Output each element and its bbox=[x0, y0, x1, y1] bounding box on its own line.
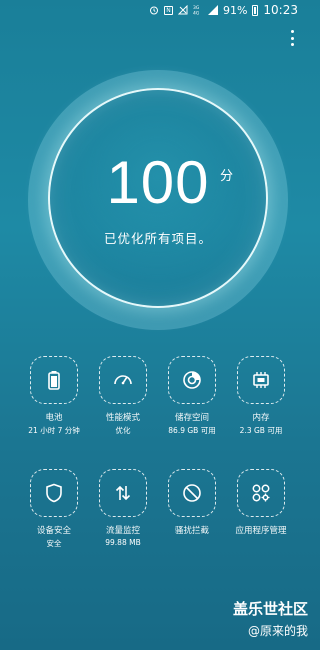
tile-label-app-manager: 应用程序管理 bbox=[235, 526, 287, 536]
watermark-site: 盖乐世社区 bbox=[232, 600, 308, 618]
n-icon: N bbox=[163, 5, 173, 15]
more-options-icon[interactable] bbox=[288, 30, 296, 46]
battery-icon bbox=[48, 371, 60, 390]
storage-icon bbox=[183, 371, 201, 389]
app-manager-button[interactable] bbox=[237, 469, 285, 517]
storage-button[interactable] bbox=[168, 356, 216, 404]
apps-icon bbox=[252, 484, 270, 502]
memory-chip-icon bbox=[253, 372, 269, 388]
speedometer-icon bbox=[114, 375, 132, 385]
tile-data-monitor[interactable]: 流量监控 99.88 MB bbox=[89, 469, 157, 547]
tile-sub-data-monitor: 99.88 MB bbox=[105, 538, 141, 547]
tile-sub-memory: 2.3 GB 可用 bbox=[239, 426, 283, 435]
block-icon bbox=[183, 484, 201, 502]
memory-button[interactable] bbox=[237, 356, 285, 404]
data-arrows-icon bbox=[115, 485, 131, 501]
tile-app-manager[interactable]: 应用程序管理 bbox=[227, 469, 295, 538]
score-description: 已优化所有项目。 bbox=[103, 231, 212, 246]
tile-label-data-monitor: 流量监控 bbox=[105, 526, 140, 536]
tile-battery[interactable]: 电池 21 小时 7 分钟 bbox=[20, 356, 88, 436]
tile-label-call-block: 骚扰拦截 bbox=[174, 526, 209, 536]
battery-icon bbox=[252, 4, 259, 16]
alarm-icon bbox=[149, 5, 159, 15]
signal-icon bbox=[207, 5, 218, 15]
svg-text:3G: 3G bbox=[193, 5, 200, 11]
tile-memory[interactable]: 内存 2.3 GB 可用 bbox=[227, 356, 295, 436]
tile-label-performance: 性能模式 bbox=[105, 413, 140, 423]
battery-button[interactable] bbox=[30, 356, 78, 404]
tile-label-device-security: 设备安全 bbox=[36, 526, 71, 536]
status-bar: N 3G 4G 91% 10:23 bbox=[0, 0, 316, 20]
tile-device-security[interactable]: 设备安全 安全 bbox=[20, 469, 88, 549]
tile-label-memory: 内存 bbox=[252, 413, 270, 423]
watermark-user: @原来的我 bbox=[247, 624, 308, 638]
battery-percent: 91% bbox=[222, 3, 248, 17]
no-signal-icon bbox=[177, 5, 188, 15]
shield-icon bbox=[46, 483, 62, 503]
4g-icon: 3G 4G bbox=[193, 5, 203, 15]
tile-call-block[interactable]: 骚扰拦截 bbox=[158, 469, 226, 538]
data-monitor-button[interactable] bbox=[99, 469, 147, 517]
score-value: 100 bbox=[106, 149, 210, 216]
tile-label-battery: 电池 bbox=[45, 413, 63, 423]
device-security-button[interactable] bbox=[30, 469, 78, 517]
score-unit: 分 bbox=[220, 169, 234, 184]
clock: 10:23 bbox=[263, 3, 298, 17]
tile-label-storage: 储存空间 bbox=[174, 413, 209, 423]
tile-sub-performance: 优化 bbox=[115, 426, 131, 435]
performance-button[interactable] bbox=[99, 356, 147, 404]
tile-sub-storage: 86.9 GB 可用 bbox=[168, 426, 216, 435]
tile-sub-battery: 21 小时 7 分钟 bbox=[28, 426, 80, 435]
tile-performance[interactable]: 性能模式 优化 bbox=[89, 356, 157, 436]
svg-text:4G: 4G bbox=[193, 11, 200, 16]
tile-sub-device-security: 安全 bbox=[46, 539, 62, 548]
tile-storage[interactable]: 储存空间 86.9 GB 可用 bbox=[158, 356, 226, 436]
call-block-button[interactable] bbox=[168, 469, 216, 517]
